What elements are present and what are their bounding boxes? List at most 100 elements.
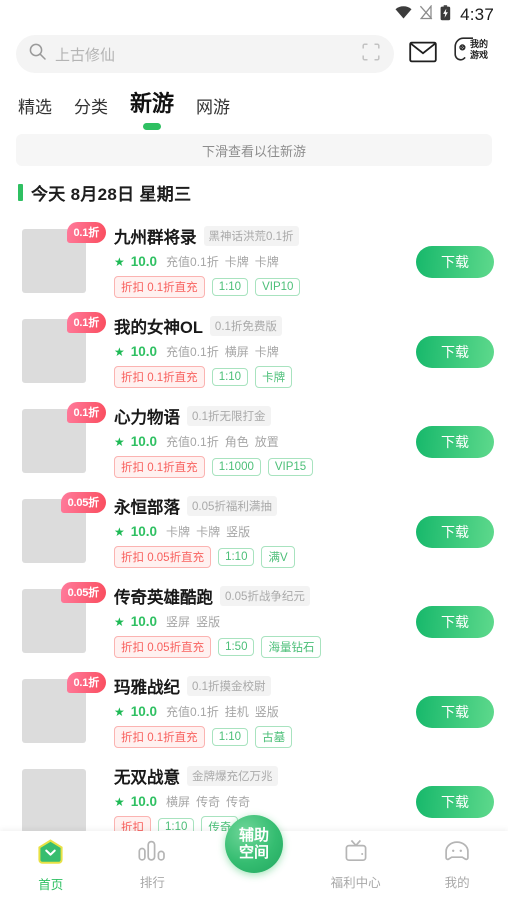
- game-info: 我的女神OL 0.1折免费版 ★ 10.0 充值0.1折 横屏 卡牌 折扣 0.1折…: [86, 310, 416, 388]
- tab-wangyou[interactable]: 网游: [196, 93, 230, 128]
- search-icon: [29, 43, 46, 65]
- game-subtitle: 金牌爆充亿万兆: [187, 766, 278, 786]
- tab-fenlei[interactable]: 分类: [74, 93, 108, 128]
- game-subtitle: 0.1折无限打金: [187, 406, 271, 426]
- game-thumbnail-wrap: 0.05折: [22, 490, 106, 563]
- nav-item-welfare[interactable]: 福利中心: [305, 831, 407, 891]
- game-title-line: 九州群将录 黑神话洪荒0.1折: [114, 224, 416, 248]
- meta-tag: 充值0.1折: [166, 705, 219, 719]
- nav-label: 福利中心: [330, 876, 381, 890]
- mail-button[interactable]: [406, 37, 440, 71]
- status-bar: 4:37: [0, 0, 508, 30]
- meta-tag: 卡牌: [254, 345, 279, 359]
- meta-tag: 卡牌: [254, 255, 279, 269]
- game-subtitle: 0.1折摸金校尉: [187, 676, 271, 696]
- game-list-item[interactable]: 0.1折 玛雅战纪 0.1折摸金校尉 ★ 10.0 充值0.1折 挂机 竖版 折扣 …: [0, 663, 508, 753]
- game-list-item[interactable]: 0.1折 九州群将录 黑神话洪荒0.1折 ★ 10.0 充值0.1折 卡牌 卡牌 折…: [0, 213, 508, 303]
- tab-jingxuan[interactable]: 精选: [18, 93, 52, 128]
- attribute-pill: 折扣 0.1折直充: [114, 366, 205, 388]
- mail-icon: [409, 41, 437, 68]
- search-input[interactable]: 上古修仙: [16, 35, 394, 73]
- game-info: 永恒部落 0.05折福利满抽 ★ 10.0 卡牌 卡牌 竖版 折扣 0.05折直充 1…: [86, 490, 416, 568]
- meta-tag: 卡牌: [224, 255, 249, 269]
- download-button[interactable]: 下载: [416, 336, 494, 368]
- download-button[interactable]: 下载: [416, 606, 494, 638]
- game-name: 传奇英雄酷跑: [114, 589, 213, 607]
- game-list-item[interactable]: 0.05折 永恒部落 0.05折福利满抽 ★ 10.0 卡牌 卡牌 竖版 折扣 0.…: [0, 483, 508, 573]
- game-info: 心力物语 0.1折无限打金 ★ 10.0 充值0.1折 角色 放置 折扣 0.1折直…: [86, 400, 416, 478]
- discount-badge: 0.1折: [66, 402, 106, 423]
- game-subtitle: 黑神话洪荒0.1折: [203, 226, 299, 246]
- assist-space-fab[interactable]: 辅助 空间: [224, 815, 283, 873]
- star-icon: ★: [114, 524, 125, 539]
- download-button[interactable]: 下载: [416, 246, 494, 278]
- star-icon: ★: [114, 254, 125, 269]
- meta-tag: 传奇: [226, 795, 251, 809]
- game-pill-line: 折扣 0.05折直充 1:10 满V: [114, 546, 416, 568]
- nav-item-profile[interactable]: 我的: [406, 831, 508, 891]
- game-name: 心力物语: [114, 409, 180, 427]
- game-thumbnail-wrap: 0.1折: [22, 310, 106, 383]
- game-thumbnail-wrap: 0.1折: [22, 400, 106, 473]
- game-name: 九州群将录: [114, 229, 197, 247]
- game-meta-line: ★ 10.0 充值0.1折 角色 放置: [114, 433, 416, 450]
- game-title-line: 传奇英雄酷跑 0.05折战争纪元: [114, 584, 416, 608]
- game-list-item[interactable]: 0.05折 传奇英雄酷跑 0.05折战争纪元 ★ 10.0 竖屏 竖版 折扣 0.…: [0, 573, 508, 663]
- game-score: 10.0: [130, 344, 158, 359]
- star-icon: ★: [114, 344, 125, 359]
- meta-tag: 充值0.1折: [166, 255, 219, 269]
- game-subtitle: 0.1折免费版: [209, 316, 282, 336]
- tab-label: 新游: [130, 91, 175, 116]
- download-button[interactable]: 下载: [416, 696, 494, 728]
- game-subtitle: 0.05折福利满抽: [187, 496, 277, 516]
- nav-item-home[interactable]: 首页: [0, 831, 102, 893]
- meta-tag: 竖版: [254, 705, 279, 719]
- fab-line2: 空间: [238, 844, 269, 861]
- status-time: 4:37: [460, 5, 494, 24]
- fab-line1: 辅助: [238, 827, 269, 844]
- game-thumbnail-wrap: 0.1折: [22, 220, 106, 293]
- scan-icon[interactable]: [362, 42, 380, 66]
- scroll-hint-text: 下滑查看以往新游: [201, 143, 306, 159]
- download-button[interactable]: 下载: [416, 426, 494, 458]
- signal-off-icon: [419, 4, 433, 25]
- game-name: 无双战意: [114, 769, 180, 787]
- star-icon: ★: [114, 704, 125, 719]
- search-row: 上古修仙 我的 游戏: [0, 30, 508, 74]
- game-pill-line: 折扣 0.05折直充 1:50 海量钻石: [114, 636, 416, 658]
- scroll-hint-banner[interactable]: 下滑查看以往新游: [16, 134, 492, 166]
- tab-label: 网游: [196, 98, 231, 117]
- game-info: 玛雅战纪 0.1折摸金校尉 ★ 10.0 充值0.1折 挂机 竖版 折扣 0.1折直…: [86, 670, 416, 748]
- game-list-item[interactable]: 0.1折 心力物语 0.1折无限打金 ★ 10.0 充值0.1折 角色 放置 折扣 …: [0, 393, 508, 483]
- game-meta-line: ★ 10.0 充值0.1折 卡牌 卡牌: [114, 253, 416, 270]
- game-meta-line: ★ 10.0 竖屏 竖版: [114, 613, 416, 630]
- tab-label: 分类: [74, 98, 108, 117]
- download-button[interactable]: 下载: [416, 516, 494, 548]
- download-button[interactable]: 下载: [416, 786, 494, 818]
- discount-badge: 0.1折: [66, 312, 106, 333]
- game-score: 10.0: [130, 434, 158, 449]
- nav-label: 首页: [38, 878, 64, 892]
- meta-tag: 卡牌: [196, 525, 221, 539]
- meta-tag: 竖屏: [166, 615, 191, 629]
- game-list-item[interactable]: 0.1折 我的女神OL 0.1折免费版 ★ 10.0 充值0.1折 横屏 卡牌 折扣…: [0, 303, 508, 393]
- meta-tag: 放置: [254, 435, 279, 449]
- game-info: 九州群将录 黑神话洪荒0.1折 ★ 10.0 充值0.1折 卡牌 卡牌 折扣 0.1…: [86, 220, 416, 298]
- attribute-pill: 1:10: [211, 278, 249, 296]
- game-thumbnail-wrap: 0.1折: [22, 670, 106, 743]
- active-tab-indicator: [143, 123, 161, 130]
- nav-item-ranking[interactable]: 排行: [102, 831, 204, 891]
- game-info: 传奇英雄酷跑 0.05折战争纪元 ★ 10.0 竖屏 竖版 折扣 0.05折直充 1…: [86, 580, 416, 658]
- meta-tag: 角色: [224, 435, 249, 449]
- game-pill-line: 折扣 0.1折直充 1:1000 VIP15: [114, 456, 416, 478]
- game-name: 我的女神OL: [114, 319, 203, 337]
- attribute-pill: VIP10: [255, 278, 301, 296]
- tab-xinyou[interactable]: 新游: [130, 86, 175, 130]
- discount-badge: 0.1折: [66, 222, 106, 243]
- game-title-line: 无双战意 金牌爆充亿万兆: [114, 764, 416, 788]
- star-icon: ★: [114, 794, 125, 809]
- game-name: 永恒部落: [114, 499, 180, 517]
- meta-tag: 充值0.1折: [166, 345, 219, 359]
- my-games-button[interactable]: 我的 游戏: [452, 34, 496, 74]
- attribute-pill: 折扣 0.05折直充: [114, 546, 212, 568]
